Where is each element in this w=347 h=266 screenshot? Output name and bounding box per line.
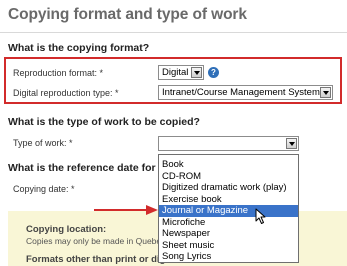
dropdown-option[interactable]: Book xyxy=(159,159,298,171)
dropdown-option[interactable]: Microfiche xyxy=(159,217,298,229)
chevron-down-icon[interactable] xyxy=(191,67,202,78)
digital-reproduction-type-select[interactable]: Intranet/Course Management System xyxy=(158,85,333,100)
type-of-work-question: What is the type of work to be copied? xyxy=(8,116,200,128)
other-formats-heading: Formats other than print or digi xyxy=(26,254,168,265)
reference-date-question: What is the reference date for the xyxy=(8,162,175,174)
type-of-work-dropdown-list[interactable]: Book CD-ROM Digitized dramatic work (pla… xyxy=(158,154,299,263)
dropdown-option[interactable]: Exercise book xyxy=(159,194,298,206)
arrow-right-icon xyxy=(94,205,158,215)
dropdown-option[interactable]: CD-ROM xyxy=(159,171,298,183)
help-icon[interactable]: ? xyxy=(208,67,219,78)
digital-reproduction-type-label: Digital reproduction type: * xyxy=(13,88,119,98)
copying-location-note: Copies may only be made in Quebec xyxy=(26,236,166,246)
reproduction-format-value: Digital xyxy=(162,67,189,78)
copying-date-label: Copying date: * xyxy=(13,184,75,194)
reproduction-format-select[interactable]: Digital xyxy=(158,65,204,80)
chevron-down-icon[interactable] xyxy=(286,138,297,149)
reproduction-format-label: Reproduction format: * xyxy=(13,68,104,78)
title-divider xyxy=(0,32,347,33)
copying-location-heading: Copying location: xyxy=(26,224,107,235)
dropdown-option[interactable]: Digitized dramatic work (play) xyxy=(159,182,298,194)
mouse-cursor-icon xyxy=(255,208,266,224)
type-of-work-label: Type of work: * xyxy=(13,138,73,148)
dropdown-option[interactable]: Sheet music xyxy=(159,240,298,252)
dropdown-option[interactable]: Song Lyrics xyxy=(159,251,298,263)
dropdown-option-highlighted[interactable]: Journal or Magazine xyxy=(159,205,298,217)
page-title: Copying format and type of work xyxy=(8,6,247,23)
digital-reproduction-type-value: Intranet/Course Management System xyxy=(162,87,320,98)
chevron-down-icon[interactable] xyxy=(320,87,331,98)
type-of-work-select[interactable] xyxy=(158,136,299,151)
dropdown-option[interactable]: Newspaper xyxy=(159,228,298,240)
copying-format-question: What is the copying format? xyxy=(8,42,150,54)
